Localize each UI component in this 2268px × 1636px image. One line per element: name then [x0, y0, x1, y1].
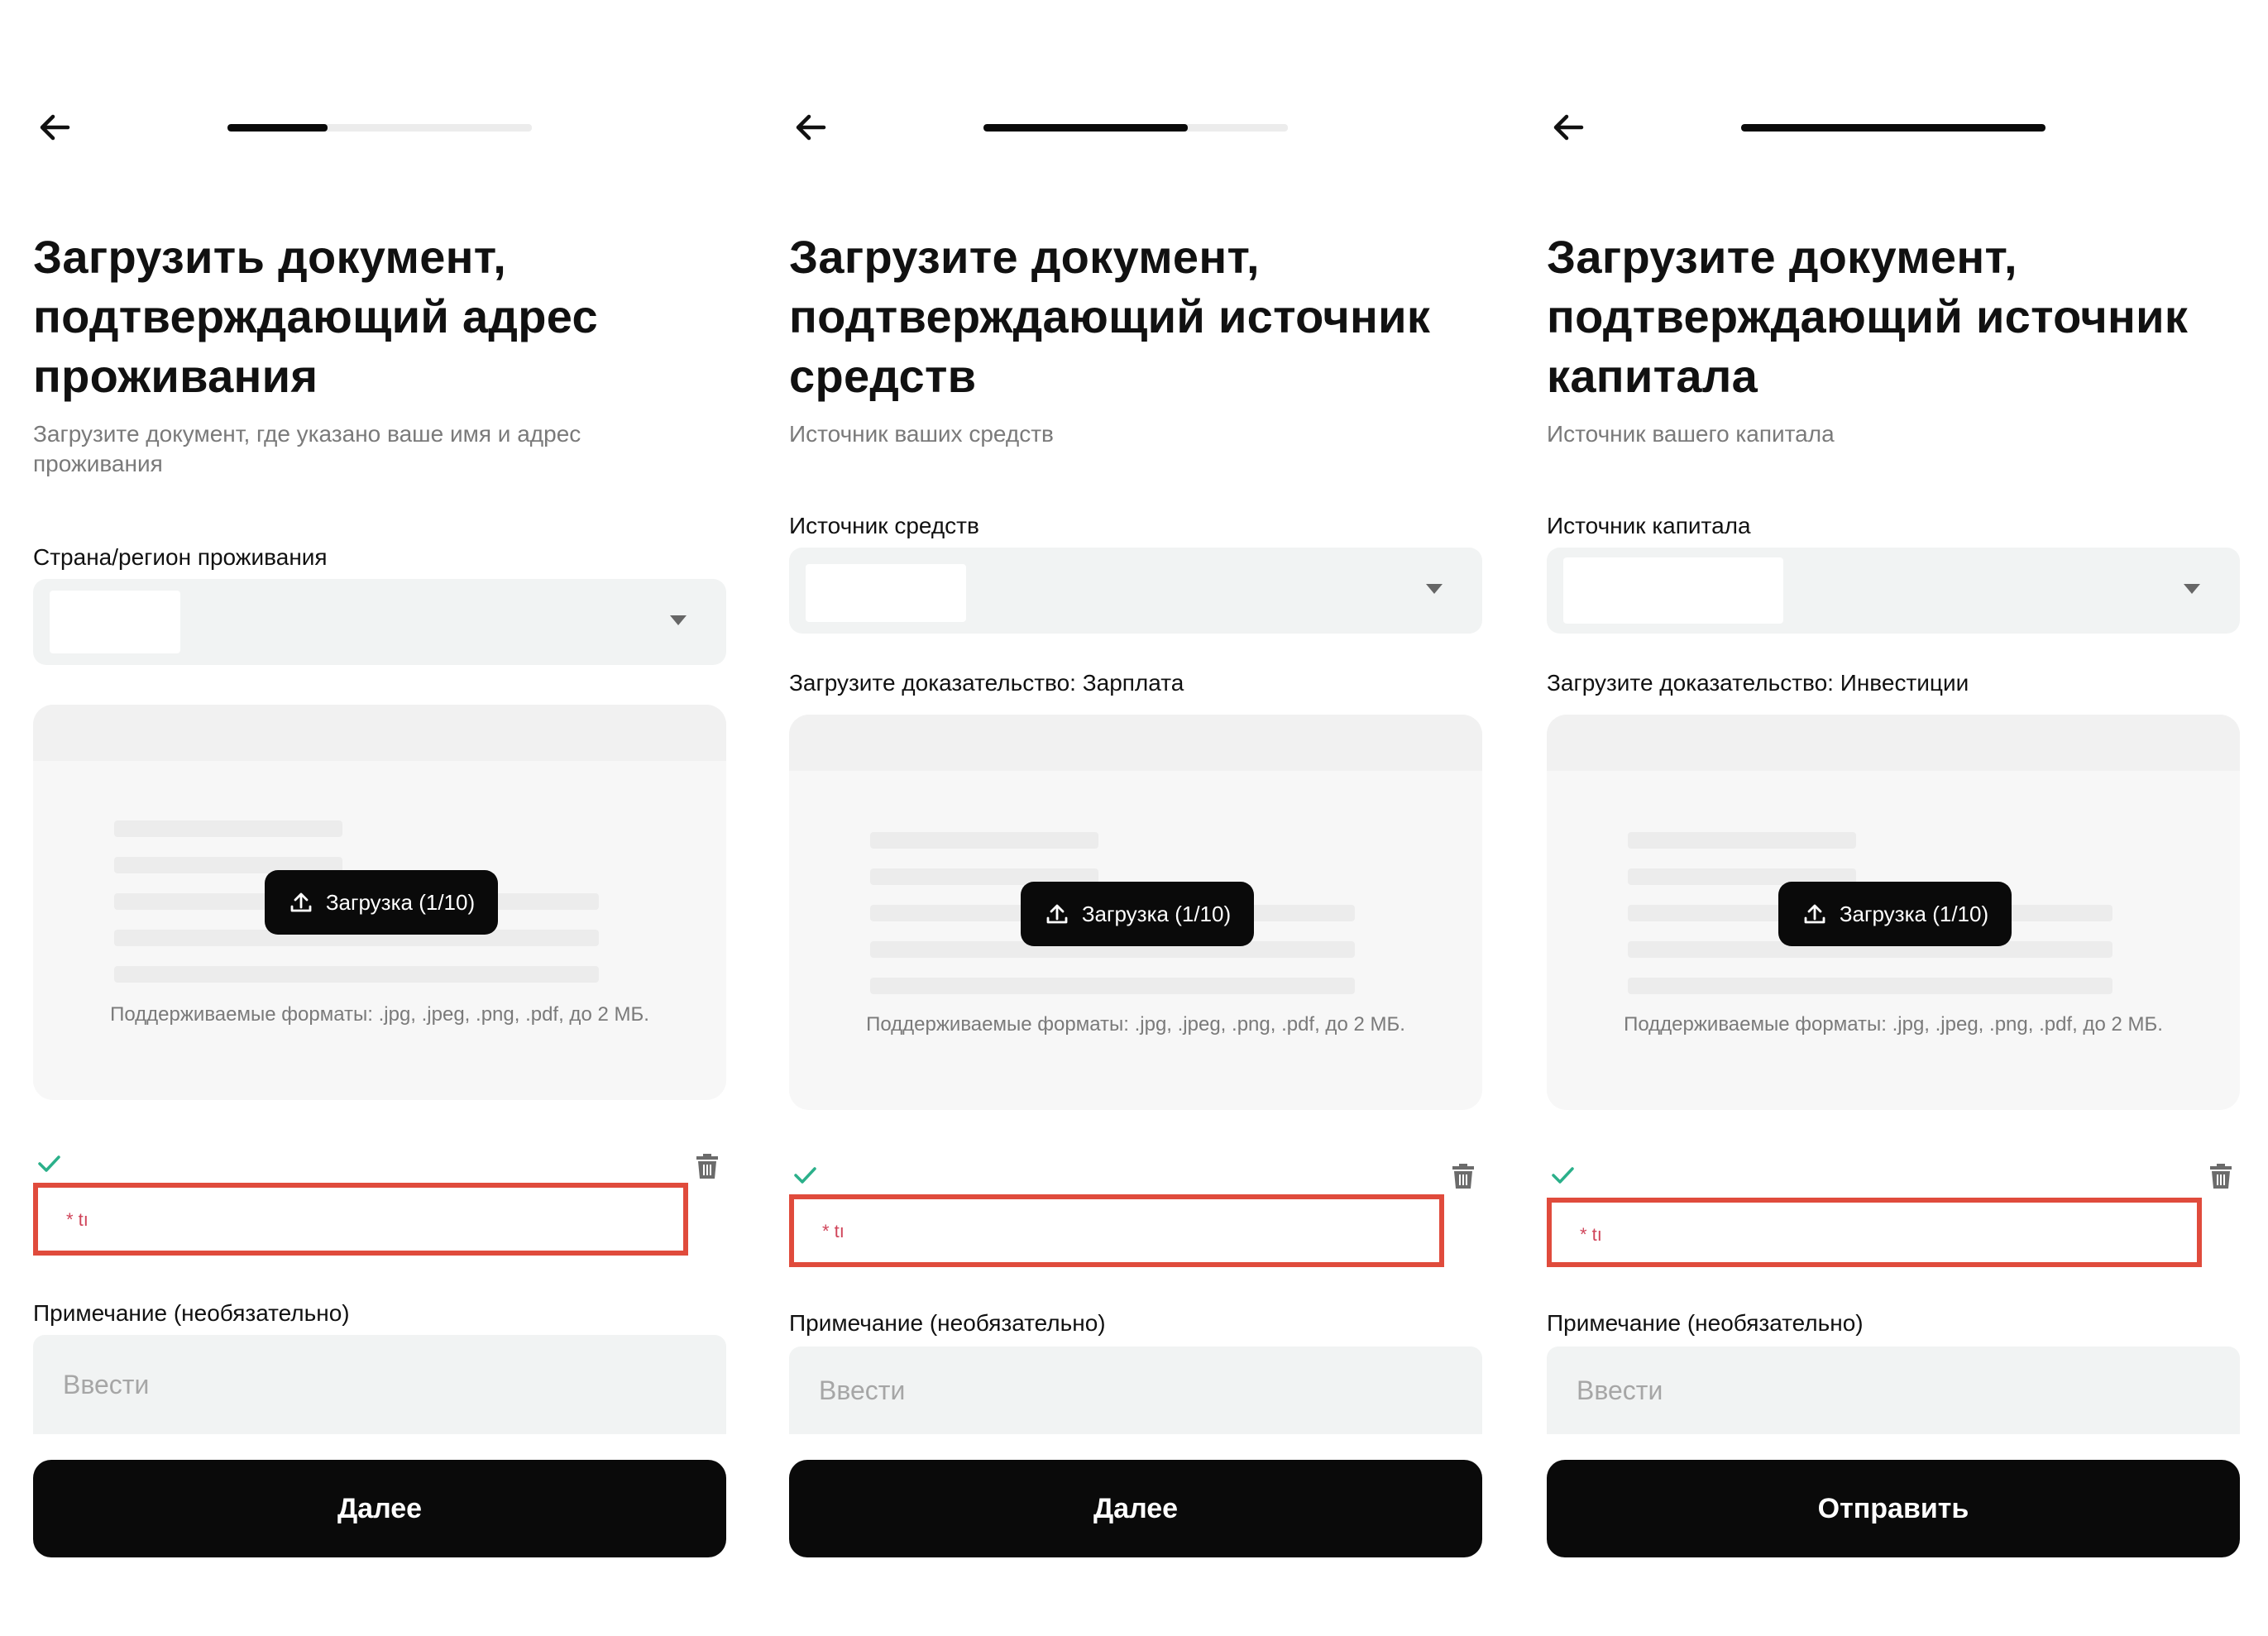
uploaded-file[interactable]: * tı: [789, 1194, 1444, 1267]
upload-icon: [1804, 904, 1825, 924]
file-name: * tı: [1580, 1224, 1602, 1245]
progress-bar: [227, 124, 532, 132]
page-subtitle: Источник вашего капитала: [1547, 421, 1835, 447]
check-icon: [36, 1151, 61, 1176]
upload-button-label: Загрузка (1/10): [325, 889, 476, 915]
trash-icon[interactable]: [695, 1151, 720, 1179]
proof-label: Загрузите доказательство: Зарплата: [789, 670, 1184, 696]
uploaded-file[interactable]: * tı: [1547, 1198, 2202, 1267]
file-name: * tı: [66, 1209, 89, 1230]
select-label: Источник капитала: [1547, 513, 1751, 538]
uploaded-file[interactable]: * tı: [33, 1183, 688, 1256]
formats-text: Поддерживаемые форматы: .jpg, .jpeg, .pn…: [866, 1013, 1405, 1036]
back-arrow-icon[interactable]: [35, 108, 74, 147]
placeholder-line: [114, 966, 599, 983]
chevron-down-icon: [1426, 584, 1443, 594]
note-label: Примечание (необязательно): [1547, 1310, 1864, 1336]
note-label: Примечание (необязательно): [789, 1310, 1106, 1336]
progress-bar: [983, 124, 1288, 132]
select-value-redacted: [1563, 557, 1783, 624]
page-title: Загрузить документ, подтверждающий адрес…: [33, 231, 598, 402]
select-label: Страна/регион проживания: [33, 544, 328, 570]
page-subtitle: Загрузите документ, где указано ваше имя…: [33, 421, 581, 476]
trash-icon[interactable]: [1451, 1161, 1476, 1189]
note-input[interactable]: [33, 1335, 726, 1434]
select-value-redacted: [50, 591, 180, 653]
upload-area[interactable]: Загрузка (1/10) Поддерживаемые форматы: …: [33, 705, 726, 1100]
progress-bar: [1741, 124, 2046, 132]
upload-button-label: Загрузка (1/10): [1081, 901, 1232, 926]
select-label: Источник средств: [789, 513, 979, 538]
upload-area-header: [33, 705, 726, 761]
placeholder-line: [1628, 978, 2112, 994]
chevron-down-icon: [670, 615, 687, 625]
note-label: Примечание (необязательно): [33, 1300, 350, 1326]
proof-label: Загрузите доказательство: Инвестиции: [1547, 670, 1969, 696]
placeholder-line: [1628, 832, 1856, 849]
note-input[interactable]: [1547, 1347, 2240, 1434]
select-value-redacted: [806, 564, 966, 622]
screen-source-of-wealth: Загрузите документ, подтверждающий источ…: [1547, 0, 2240, 1636]
upload-icon: [1046, 904, 1068, 924]
file-name: * tı: [822, 1221, 845, 1241]
progress-fill: [1741, 124, 2046, 132]
next-button[interactable]: Далее: [33, 1460, 726, 1557]
formats-text: Поддерживаемые форматы: .jpg, .jpeg, .pn…: [1624, 1013, 2163, 1036]
check-icon: [1550, 1163, 1575, 1188]
upload-button[interactable]: Загрузка (1/10): [1778, 882, 2012, 946]
check-icon: [792, 1163, 817, 1188]
formats-text: Поддерживаемые форматы: .jpg, .jpeg, .pn…: [110, 1003, 649, 1026]
page-subtitle: Источник ваших средств: [789, 421, 1054, 447]
progress-fill: [227, 124, 328, 132]
upload-area[interactable]: Загрузка (1/10) Поддерживаемые форматы: …: [1547, 715, 2240, 1110]
back-arrow-icon[interactable]: [791, 108, 830, 147]
placeholder-line: [870, 832, 1098, 849]
upload-button[interactable]: Загрузка (1/10): [1021, 882, 1254, 946]
upload-area-header: [789, 715, 1482, 771]
upload-icon: [290, 892, 312, 912]
page-title: Загрузите документ, подтверждающий источ…: [1547, 231, 2189, 402]
screen-address-proof: Загрузить документ, подтверждающий адрес…: [33, 0, 726, 1636]
upload-button[interactable]: Загрузка (1/10): [265, 870, 498, 935]
upload-area[interactable]: Загрузка (1/10) Поддерживаемые форматы: …: [789, 715, 1482, 1110]
chevron-down-icon: [2184, 584, 2200, 594]
note-input[interactable]: [789, 1347, 1482, 1434]
upload-button-label: Загрузка (1/10): [1839, 901, 1989, 926]
submit-button[interactable]: Отправить: [1547, 1460, 2240, 1557]
next-button[interactable]: Далее: [789, 1460, 1482, 1557]
funds-source-select[interactable]: [789, 548, 1482, 634]
screen-source-of-funds: Загрузите документ, подтверждающий источ…: [789, 0, 1482, 1636]
back-arrow-icon[interactable]: [1548, 108, 1588, 147]
country-select[interactable]: [33, 579, 726, 665]
trash-icon[interactable]: [2208, 1161, 2233, 1189]
placeholder-line: [114, 820, 342, 837]
page-title: Загрузите документ, подтверждающий источ…: [789, 231, 1431, 402]
upload-area-header: [1547, 715, 2240, 771]
wealth-source-select[interactable]: [1547, 548, 2240, 634]
progress-fill: [983, 124, 1188, 132]
placeholder-line: [870, 978, 1355, 994]
